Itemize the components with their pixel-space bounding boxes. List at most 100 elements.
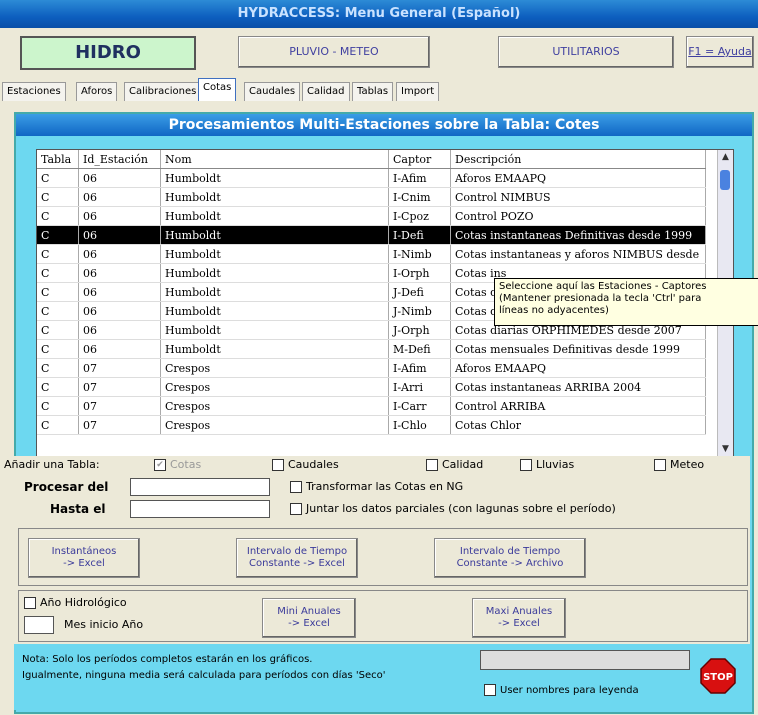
cell-nom: Humboldt [160,225,389,245]
annual-group [18,590,748,642]
legend-name-field[interactable] [480,650,690,670]
cell-nom: Crespos [160,415,389,435]
cell-descripcion: Cotas instantaneas Definitivas desde 199… [450,225,706,245]
add-meteo-label: Meteo [670,458,705,471]
add-table-label: Añadir una Tabla: [4,458,100,471]
stop-button[interactable]: STOP [700,658,736,694]
maxi-line-1: Maxi Anuales [485,606,553,617]
tab-tablas[interactable]: Tablas [352,82,394,101]
table-row[interactable]: C 06 Humboldt I-Afim Aforos EMAAPQ [37,168,706,188]
table-row[interactable]: C 07 Crespos I-Afim Aforos EMAAPQ [37,358,706,378]
transform-cotas-label: Transformar las Cotas en NG [306,480,464,493]
cell-id-estacion: 06 [78,301,161,321]
cell-id-estacion: 06 [78,187,161,207]
legend-names-checkbox[interactable]: User nombres para leyenda [484,684,639,696]
tab-caudales[interactable]: Caudales [244,82,301,101]
cell-captor: I-Carr [388,396,451,416]
add-cotas-checkbox[interactable]: ✔ Cotas [154,458,201,471]
table-row[interactable]: C 06 Humboldt I-Nimb Cotas instantaneas y af… [37,244,706,264]
cell-captor: J-Defi [388,282,451,302]
cell-captor: I-Chlo [388,415,451,435]
tab-import[interactable]: Import [396,82,440,101]
scroll-thumb[interactable] [720,170,730,190]
table-row[interactable]: C 07 Crespos I-Arri Cotas instantaneas ARRIB… [37,377,706,397]
scroll-down-arrow-icon[interactable]: ▼ [718,442,733,456]
cell-nom: Humboldt [160,244,389,264]
cell-id-estacion: 06 [78,339,161,359]
hydro-year-checkbox[interactable]: Año Hidrológico [24,596,127,609]
add-cotas-label: Cotas [170,458,202,471]
col-header-id-estacion: Id_Estación [78,150,161,169]
cell-descripcion: Control ARRIBA [450,396,706,416]
maxi-line-2: -> Excel [498,618,540,629]
cell-nom: Humboldt [160,263,389,283]
cell-id-estacion: 07 [78,358,161,378]
interval-file-button[interactable]: Intervalo de Tiempo Constante -> Archivo [434,538,586,578]
tab-cotas[interactable]: Cotas [198,78,237,101]
instant-line-1: Instantáneos [51,546,117,557]
from-label: Procesar del [24,480,109,494]
options-area: Añadir una Tabla: ✔ Cotas Caudales Calida… [4,456,750,710]
cell-nom: Humboldt [160,187,389,207]
cell-nom: Humboldt [160,206,389,226]
cell-id-estacion: 06 [78,244,161,264]
cell-captor: I-Nimb [388,244,451,264]
interval-excel-button[interactable]: Intervalo de Tiempo Constante -> Excel [236,538,358,578]
month-start-input[interactable] [24,616,54,634]
cell-tabla: C [37,187,79,207]
tab-aforos[interactable]: Aforos [76,82,118,101]
transform-cotas-checkbox[interactable]: Transformar las Cotas en NG [290,480,463,493]
mini-annual-button[interactable]: Mini Anuales -> Excel [262,598,356,638]
tab-calidad[interactable]: Calidad [302,82,350,101]
instant-line-2: -> Excel [63,558,105,569]
checkbox-box-icon [484,684,496,696]
col-header-descripcion: Descripción [450,150,706,169]
add-caudales-label: Caudales [288,458,339,471]
table-row[interactable]: C 06 Humboldt I-Cnim Control NIMBUS [37,187,706,207]
add-caudales-checkbox[interactable]: Caudales [272,458,339,471]
cell-tabla: C [37,263,79,283]
join-data-checkbox[interactable]: Juntar los datos parciales (con lagunas … [290,502,616,515]
title-bar: HYDRACCESS: Menu General (Español) [0,0,758,28]
cell-captor: I-Cnim [388,187,451,207]
table-row[interactable]: C 07 Crespos I-Chlo Cotas Chlor [37,415,706,435]
check-icon: ✔ [154,459,166,471]
cell-captor: M-Defi [388,339,451,359]
instant-excel-button[interactable]: Instantáneos -> Excel [28,538,140,578]
pluvio-meteo-button[interactable]: PLUVIO - METEO [238,36,430,68]
col-header-captor: Captor [388,150,451,169]
hidro-button[interactable]: HIDRO [20,36,196,70]
table-row[interactable]: C 07 Crespos I-Carr Control ARRIBA [37,396,706,416]
cell-nom: Crespos [160,396,389,416]
selection-tooltip: Seleccione aquí las Estaciones - Captore… [494,278,758,326]
col-header-tabla: Tabla [37,150,79,169]
add-lluvias-checkbox[interactable]: Lluvias [520,458,574,471]
cell-nom: Humboldt [160,168,389,188]
add-meteo-checkbox[interactable]: Meteo [654,458,704,471]
table-row[interactable]: C 06 Humboldt I-Defi Cotas instantaneas Defi… [37,225,706,245]
cell-captor: I-Orph [388,263,451,283]
cell-nom: Crespos [160,358,389,378]
top-toolbar: HIDRO PLUVIO - METEO UTILITARIOS F1 = Ay… [6,30,754,70]
mini-line-2: -> Excel [288,618,330,629]
table-row[interactable]: C 06 Humboldt M-Defi Cotas mensuales Definit… [37,339,706,359]
cell-descripcion: Aforos EMAAPQ [450,168,706,188]
tab-estaciones[interactable]: Estaciones [2,82,66,101]
scroll-up-arrow-icon[interactable]: ▲ [718,150,733,164]
from-date-input[interactable] [130,478,270,496]
to-date-input[interactable] [130,500,270,518]
cell-tabla: C [37,339,79,359]
cell-descripcion: Cotas Chlor [450,415,706,435]
table-row[interactable]: C 06 Humboldt I-Cpoz Control POZO [37,206,706,226]
tooltip-line-3: líneas no adyacentes) [499,305,609,316]
tab-calibraciones[interactable]: Calibraciones [124,82,202,101]
cell-descripcion: Cotas instantaneas y aforos NIMBUS desde [450,244,706,264]
tab-strip: Estaciones Aforos Calibraciones Cotas Ca… [0,78,758,102]
help-button[interactable]: F1 = Ayuda [686,36,754,68]
cell-captor: I-Arri [388,377,451,397]
maxi-annual-button[interactable]: Maxi Anuales -> Excel [472,598,566,638]
cell-id-estacion: 06 [78,320,161,340]
add-calidad-checkbox[interactable]: Calidad [426,458,483,471]
utilitarios-button[interactable]: UTILITARIOS [498,36,674,68]
cell-tabla: C [37,396,79,416]
